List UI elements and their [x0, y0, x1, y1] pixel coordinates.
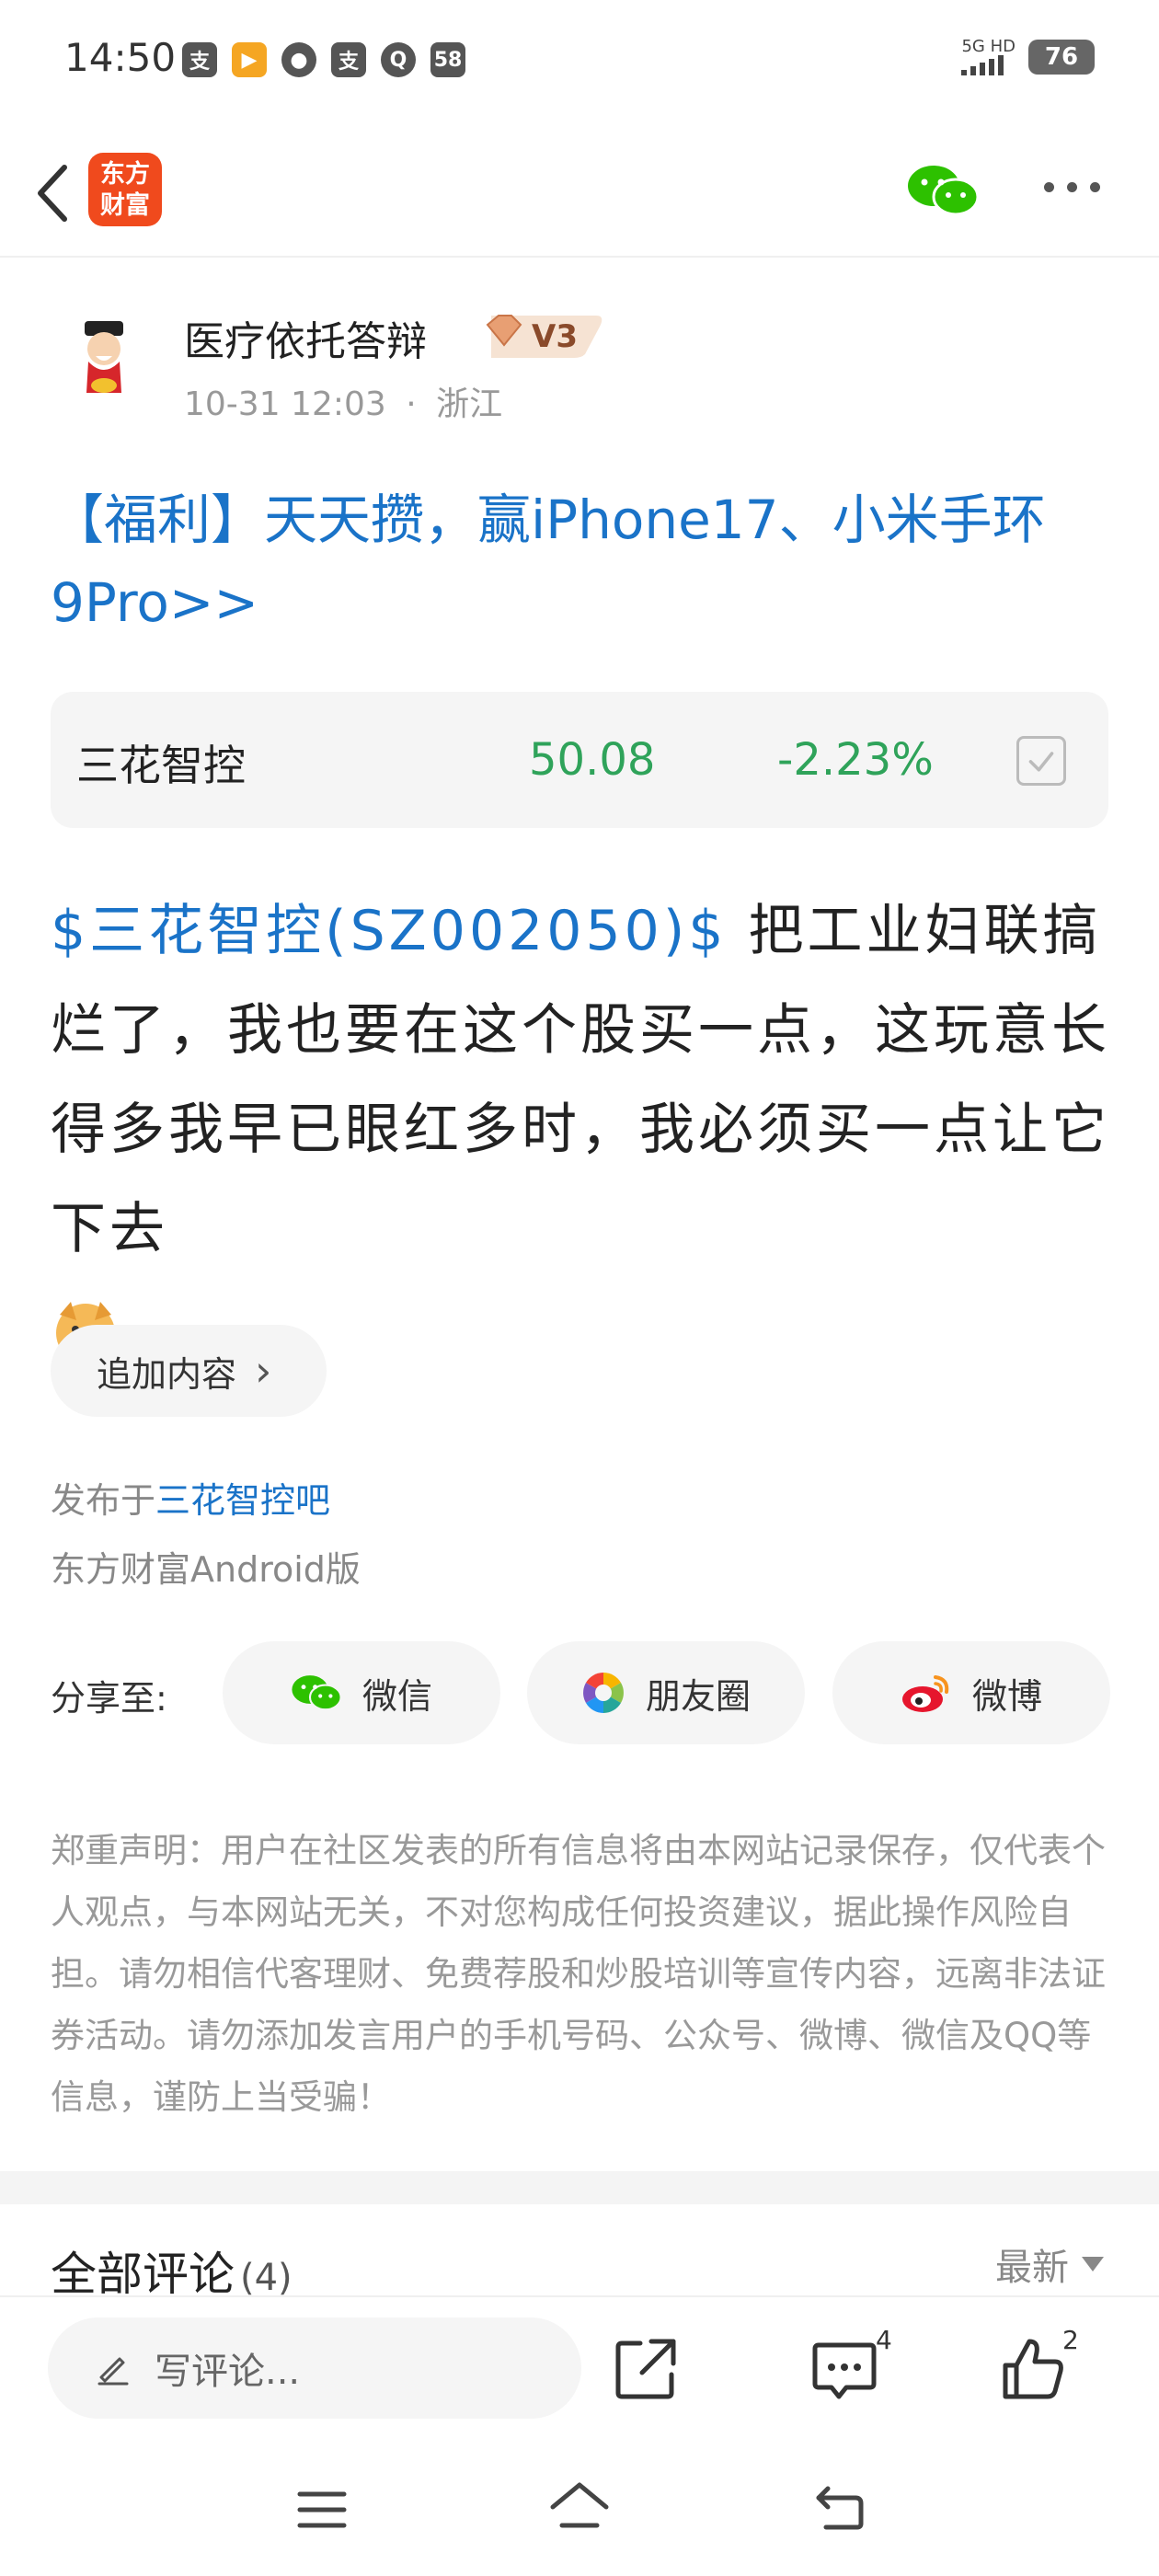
write-comment-input[interactable]: 写评论... [48, 2317, 581, 2419]
meta-separator: · [406, 385, 417, 423]
share-weibo-button[interactable]: 微博 [832, 1641, 1110, 1744]
share-wechat-label: 微信 [361, 1675, 432, 1717]
bottom-toolbar: 写评论... 4 2 [0, 2295, 1159, 2443]
back-arrow-icon[interactable] [28, 156, 83, 230]
vip-level-badge: V3 [486, 315, 602, 358]
wechat-icon [292, 1675, 342, 1711]
append-content-label: 追加内容 [97, 1353, 237, 1395]
notification-icons: 支 ▶ ● 支 Q 58 [182, 42, 465, 77]
share-moments-label: 朋友圈 [645, 1675, 751, 1717]
app-notification-icon: ● [281, 42, 316, 77]
comment-sort-dropdown[interactable]: 最新 [995, 2237, 1104, 2291]
section-divider [0, 2171, 1159, 2204]
wechat-share-icon[interactable] [906, 162, 980, 219]
status-right: 5G HD 76 [961, 39, 1095, 75]
share-wechat-button[interactable]: 微信 [223, 1641, 500, 1744]
top-navbar: 东方 财富 [0, 120, 1159, 258]
vip-level-text: V3 [532, 318, 578, 355]
comment-count-badge: 4 [876, 2325, 892, 2355]
notification-count-badge: 58 [430, 42, 465, 77]
recent-apps-icon[interactable] [296, 2489, 348, 2531]
post-location: 浙江 [436, 385, 503, 423]
status-bar: 14:50 支 ▶ ● 支 Q 58 5G HD 76 [0, 0, 1159, 120]
pencil-icon [98, 2357, 129, 2386]
comments-header: 全部评论 (4) [51, 2237, 293, 2304]
published-prefix: 发布于 [51, 1480, 156, 1521]
thumbs-up-icon[interactable] [998, 2334, 1068, 2404]
add-watchlist-checkbox-icon[interactable] [1016, 736, 1066, 786]
signal-icon [961, 55, 1016, 75]
comments-title: 全部评论 [51, 2248, 235, 2301]
share-icon[interactable] [611, 2334, 681, 2404]
promo-link[interactable]: 【福利】天天攒，赢iPhone17、小米手环9Pro>> [51, 478, 1118, 644]
app-notification-icon: 支 [182, 42, 217, 77]
system-navigation-bar [0, 2443, 1159, 2576]
published-in: 发布于三花智控吧 [51, 1472, 330, 1523]
stock-price: 50.08 [529, 734, 656, 786]
comment-icon[interactable] [809, 2334, 879, 2404]
network-label: 5G HD [961, 37, 1016, 56]
author-name[interactable]: 医疗依托答辩 [184, 308, 427, 367]
comments-count: (4) [240, 2257, 293, 2299]
status-time: 14:50 [64, 35, 177, 80]
more-options-icon[interactable] [1044, 182, 1100, 192]
stock-change: -2.23% [777, 734, 934, 786]
share-weibo-label: 微博 [971, 1675, 1042, 1717]
stock-name: 三花智控 [76, 741, 246, 790]
append-content-button[interactable]: 追加内容 › [51, 1325, 327, 1417]
moments-icon [583, 1673, 624, 1713]
post-content: $三花智控(SZ002050)$ 把工业妇联搞烂了，我也要在这个股买一点，这玩意… [51, 881, 1118, 1378]
post-date: 10-31 12:03 [184, 385, 386, 423]
comment-placeholder: 写评论... [155, 2351, 301, 2393]
weibo-icon [901, 1675, 949, 1712]
disclaimer-text: 郑重声明：用户在社区发表的所有信息将由本网站记录保存，仅代表个人观点，与本网站无… [51, 1831, 1106, 2117]
network-indicator: 5G HD [961, 39, 1016, 75]
author-meta: 10-31 12:03 · 浙江 [184, 377, 502, 425]
logo-line1: 东方 [100, 160, 150, 189]
app-notification-icon: 支 [331, 42, 366, 77]
stock-bar-link[interactable]: 三花智控吧 [155, 1480, 330, 1521]
stock-tag-link[interactable]: $三花智控(SZ002050)$ [51, 899, 727, 963]
caret-down-icon [1082, 2257, 1104, 2271]
chevron-right-icon: › [255, 1346, 272, 1396]
author-avatar[interactable] [55, 308, 153, 406]
sort-label: 最新 [995, 2247, 1069, 2289]
client-source: 东方财富Android版 [51, 1549, 361, 1590]
like-count-badge: 2 [1062, 2325, 1079, 2355]
eastmoney-logo: 东方 财富 [88, 153, 162, 226]
qq-icon: Q [381, 42, 416, 77]
share-label: 分享至: [51, 1678, 167, 1719]
battery-icon: 76 [1028, 40, 1095, 75]
stock-card[interactable]: 三花智控 50.08 -2.23% [51, 692, 1108, 828]
system-back-icon[interactable] [811, 2481, 866, 2533]
video-app-icon: ▶ [232, 42, 267, 77]
logo-line2: 财富 [100, 191, 150, 220]
home-icon[interactable] [547, 2479, 612, 2535]
share-moments-button[interactable]: 朋友圈 [527, 1641, 805, 1744]
